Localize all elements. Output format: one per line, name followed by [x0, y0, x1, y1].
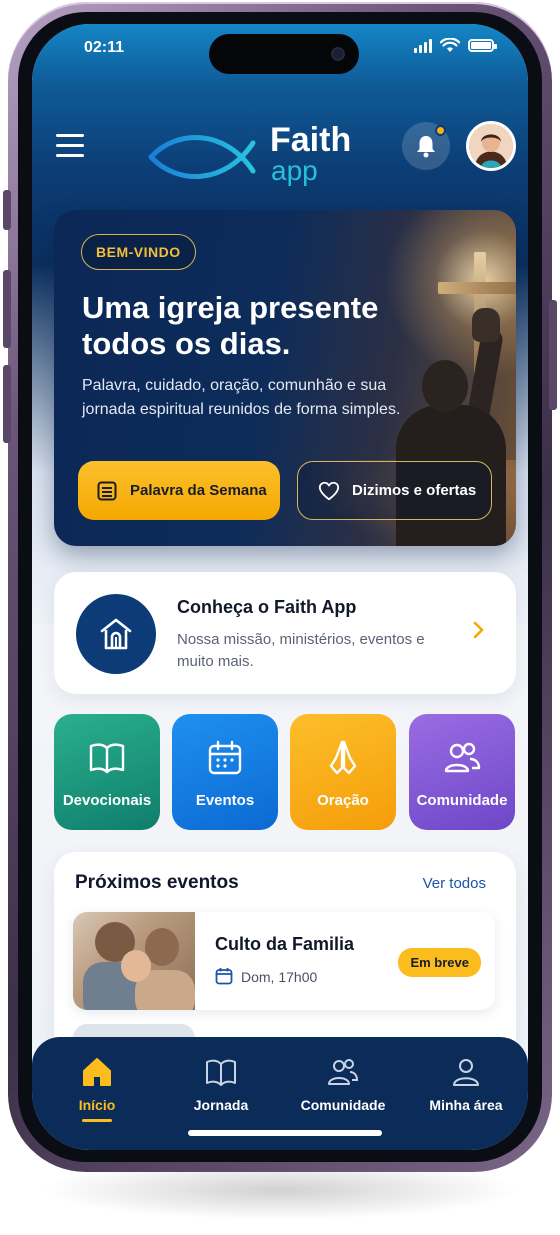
about-app-card[interactable]: Conheça o Faith App Nossa missão, minist…	[54, 572, 516, 694]
people-icon	[444, 742, 481, 773]
hero-hand	[472, 308, 500, 342]
hero-subtitle: Palavra, cuidado, oração, comunhão e sua…	[82, 377, 401, 418]
action-button	[3, 190, 11, 230]
logo-sub: app	[271, 155, 318, 186]
battery-icon	[468, 39, 497, 52]
about-description: Nossa missão, ministérios, eventos e mui…	[177, 631, 425, 670]
event-item[interactable]: Culto da Familia Dom, 17h00 Em breve	[73, 912, 495, 1010]
shortcut-community[interactable]: Comunidade	[409, 714, 515, 830]
people-icon	[328, 1059, 359, 1085]
shortcut-devotionals[interactable]: Devocionais	[54, 714, 160, 830]
bell-icon	[417, 136, 435, 158]
book-icon	[89, 743, 125, 774]
shortcut-label: Eventos	[195, 792, 255, 809]
church-glyph	[100, 618, 132, 650]
word-of-week-button[interactable]: Palavra da Semana	[78, 461, 280, 520]
volume-down-button	[3, 365, 11, 443]
tab-community[interactable]: Comunidade	[288, 1055, 398, 1113]
calendar-icon	[208, 740, 242, 775]
tithes-offerings-button[interactable]: Dizimos e ofertas	[297, 461, 492, 520]
camera-icon	[331, 47, 345, 61]
word-of-week-label: Palavra da Semana	[130, 482, 267, 499]
dynamic-island	[209, 34, 359, 74]
welcome-badge: BEM-VINDO	[81, 234, 196, 270]
active-tab-indicator	[82, 1119, 112, 1122]
hero-title: Uma igreja presente todos os dias.	[82, 290, 379, 361]
tab-label: Início	[78, 1097, 116, 1113]
document-icon	[97, 481, 117, 500]
events-title: Próximos eventos	[75, 872, 239, 893]
notification-dot	[435, 125, 446, 136]
wifi-icon	[440, 38, 460, 52]
home-icon	[83, 1058, 111, 1086]
power-button	[549, 300, 557, 410]
signal-icon	[414, 38, 432, 53]
status-bar: 02:11	[32, 24, 528, 74]
about-title: Conheça o Faith App	[177, 597, 357, 617]
calendar-icon	[215, 968, 233, 985]
user-icon	[453, 1059, 479, 1086]
shortcut-events[interactable]: Eventos	[172, 714, 278, 830]
tab-label: Comunidade	[300, 1097, 386, 1113]
avatar[interactable]	[466, 121, 516, 171]
tab-label: Jornada	[193, 1097, 249, 1113]
book-icon	[206, 1059, 236, 1086]
event-photo	[73, 912, 195, 1010]
tab-journey[interactable]: Jornada	[166, 1055, 276, 1113]
hero-banner: BEM-VINDO Uma igreja presente todos os d…	[54, 210, 516, 546]
status-icons	[414, 38, 497, 53]
hamburger-icon[interactable]	[56, 134, 84, 158]
event-status-badge: Em breve	[398, 948, 481, 977]
home-indicator	[188, 1130, 382, 1136]
tab-label: Minha área	[429, 1097, 503, 1113]
tithes-offerings-label: Dizimos e ofertas	[352, 482, 477, 499]
shortcut-label: Devocionais	[62, 792, 152, 809]
app-screen: 02:11 Faith app BEM-VINDO Uma igreja pre…	[32, 24, 528, 1150]
shortcut-label: Oração	[317, 792, 369, 809]
volume-up-button	[3, 270, 11, 348]
shortcut-prayer[interactable]: Oração	[290, 714, 396, 830]
app-logo: Faith app	[147, 119, 367, 189]
status-time: 02:11	[84, 39, 125, 56]
user-avatar-icon	[469, 124, 513, 168]
heart-icon	[318, 481, 340, 500]
tab-home[interactable]: Início	[42, 1055, 152, 1122]
tab-my-area[interactable]: Minha área	[411, 1055, 521, 1113]
fish-logo-icon	[148, 135, 256, 179]
event-time: Dom, 17h00	[241, 969, 318, 985]
notification-button[interactable]	[402, 122, 450, 170]
event-name: Culto da Familia	[215, 934, 355, 954]
see-all-link[interactable]: Ver todos	[423, 875, 486, 892]
church-icon	[76, 594, 156, 674]
praying-hands-icon	[329, 740, 357, 775]
chevron-right-icon	[473, 621, 484, 639]
shortcut-label: Comunidade	[416, 792, 508, 809]
